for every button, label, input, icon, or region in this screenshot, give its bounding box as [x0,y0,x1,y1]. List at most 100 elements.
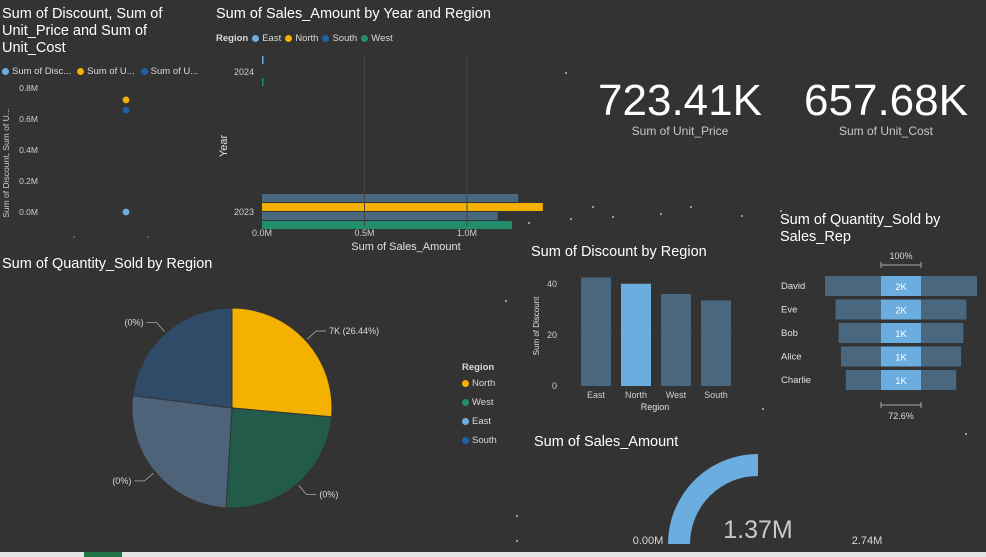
funnel-value-label: 1K [895,353,907,364]
discount-panel: Sum of Discount by Region Sum of Discoun… [531,244,771,419]
scatter-ylabel: Sum of Discount, Sum of U... [2,108,11,218]
funnel-value-label: 2K [895,306,907,317]
funnel-category-label: Alice [781,352,802,363]
legend-item-west[interactable]: West [361,33,393,44]
barh-bar-2024-west [262,78,264,86]
barh-xtick: 1.0M [457,228,477,238]
funnel-panel: Sum of Quantity_Sold by Sales_Rep 100% 7… [780,212,985,427]
gauge-value-label: 1.37M [723,516,792,544]
pie-data-label: (0%) [319,489,338,499]
scatter-legend-item[interactable]: Sum of Disc... [2,66,71,77]
barh-bar-2023 [262,212,498,220]
legend-item-south[interactable]: South [322,33,357,44]
scatter-point [122,96,130,104]
legend-item-east[interactable]: East [462,416,497,427]
legend-dot-icon [2,68,9,76]
pie-slice [132,307,233,409]
decorative-dot [741,215,743,217]
decorative-dot [505,300,507,302]
disc-bar [701,300,731,386]
scatter-tick-dot [73,236,75,238]
pie-data-label: 7K (26.44%) [329,326,379,336]
decorative-dot [570,218,572,220]
funnel-category-label: David [781,281,805,292]
scatter-point [122,208,130,216]
disc-xtick: South [704,390,728,400]
sheet-tab-active[interactable] [84,552,122,557]
decorative-dot [660,213,662,215]
legend-item-west[interactable]: West [462,397,497,408]
legend-item-east[interactable]: East [252,33,281,44]
scatter-ytick: 0.8M [19,83,38,93]
legend-dot-icon [462,379,469,387]
disc-bar [661,294,691,386]
kpi-value: 657.68K [804,76,968,125]
legend-item-south[interactable]: South [462,435,497,446]
scatter-ytick: 0.0M [19,207,38,217]
legend-dot-icon [252,35,260,43]
pie-slice [225,407,333,509]
legend-item-north[interactable]: North [462,378,497,389]
disc-ytick: 40 [547,279,557,289]
funnel-value-label: 2K [895,282,907,293]
barh-xtick: 0.5M [354,228,374,238]
legend-dot-icon [462,398,469,406]
decorative-dot [612,216,614,218]
kpi-value: 723.41K [598,76,762,125]
funnel-value-label: 1K [895,329,907,340]
funnel-value-label: 1K [895,376,907,387]
scatter-ytick: 0.4M [19,145,38,155]
sales-by-year-legend: Region East North South West [216,30,556,48]
legend-title: Region [216,33,249,45]
disc-xtick: East [587,390,606,400]
decorative-dot [780,210,782,212]
gauge-chart: 0.00M 2.74M 1.37M [633,454,883,547]
pie-leader-line [146,322,165,332]
scatter-ytick: 0.2M [19,176,38,186]
barh-bar-2023 [262,194,519,202]
pie-slice [131,395,233,509]
scatter-chart: Sum of Discount, Sum of U... 0.0M 0.2M 0.4… [2,83,149,238]
scatter-legend-item[interactable]: Sum of U... [140,66,198,77]
disc-bar [581,277,611,386]
pie-leader-line [134,472,154,482]
legend-dot-icon [462,417,469,425]
scatter-point [122,106,130,114]
pie-leader-line [306,330,327,340]
legend-item-north[interactable]: North [285,33,318,44]
decorative-dot [762,408,764,410]
legend-dot-icon [322,35,330,43]
gauge-panel: Sum of Sales_Amount 0.00M 2.74M 1.37M [534,434,904,552]
scatter-legend-item[interactable]: Sum of U... [77,66,135,77]
funnel-top-label: 100% [889,251,912,261]
funnel-category-label: Eve [781,305,797,316]
pie-data-label: (0%) [125,318,144,328]
funnel-category-label: Charlie [781,375,811,386]
barh-bar-2024-east [262,56,264,64]
decorative-dot [965,433,967,435]
funnel-category-label: Bob [781,328,798,339]
discount-chart: Sum of Discount Region 20 40 0 East North Wes… [532,277,736,412]
kpi-unit-price: 723.41K Sum of Unit_Price [585,76,775,139]
funnel-chart: 100% 72.6% 2K David 2K Eve 1K Bob 1K Alice 1K Cha… [781,251,977,421]
barh-xtick: 0.0M [252,228,272,238]
decorative-dot [565,72,567,74]
pie-panel: Sum of Quantity_Sold by Region 7K (26.44… [2,256,522,546]
gauge-max-label: 2.74M [852,535,883,547]
legend-dot-icon [285,35,293,43]
pie-chart: 7K (26.44%) (0%) (0%) (0%) [112,307,379,509]
legend-dot-icon [462,436,469,444]
sales-by-year-title: Sum of Sales_Amount by Year and Region [216,6,491,22]
disc-xlabel: Region [641,402,670,412]
kpi-label: Sum of Unit_Price [631,124,729,138]
decorative-dot [516,515,518,517]
decorative-dot [516,540,518,542]
disc-xtick: North [625,390,647,400]
disc-xtick: West [666,390,687,400]
disc-bar [621,283,651,386]
disc-ytick: 0 [552,381,557,391]
kpi-label: Sum of Unit_Cost [838,124,934,138]
decorative-dot [592,206,594,208]
legend-dot-icon [77,68,85,76]
pie-leader-line [298,485,317,495]
